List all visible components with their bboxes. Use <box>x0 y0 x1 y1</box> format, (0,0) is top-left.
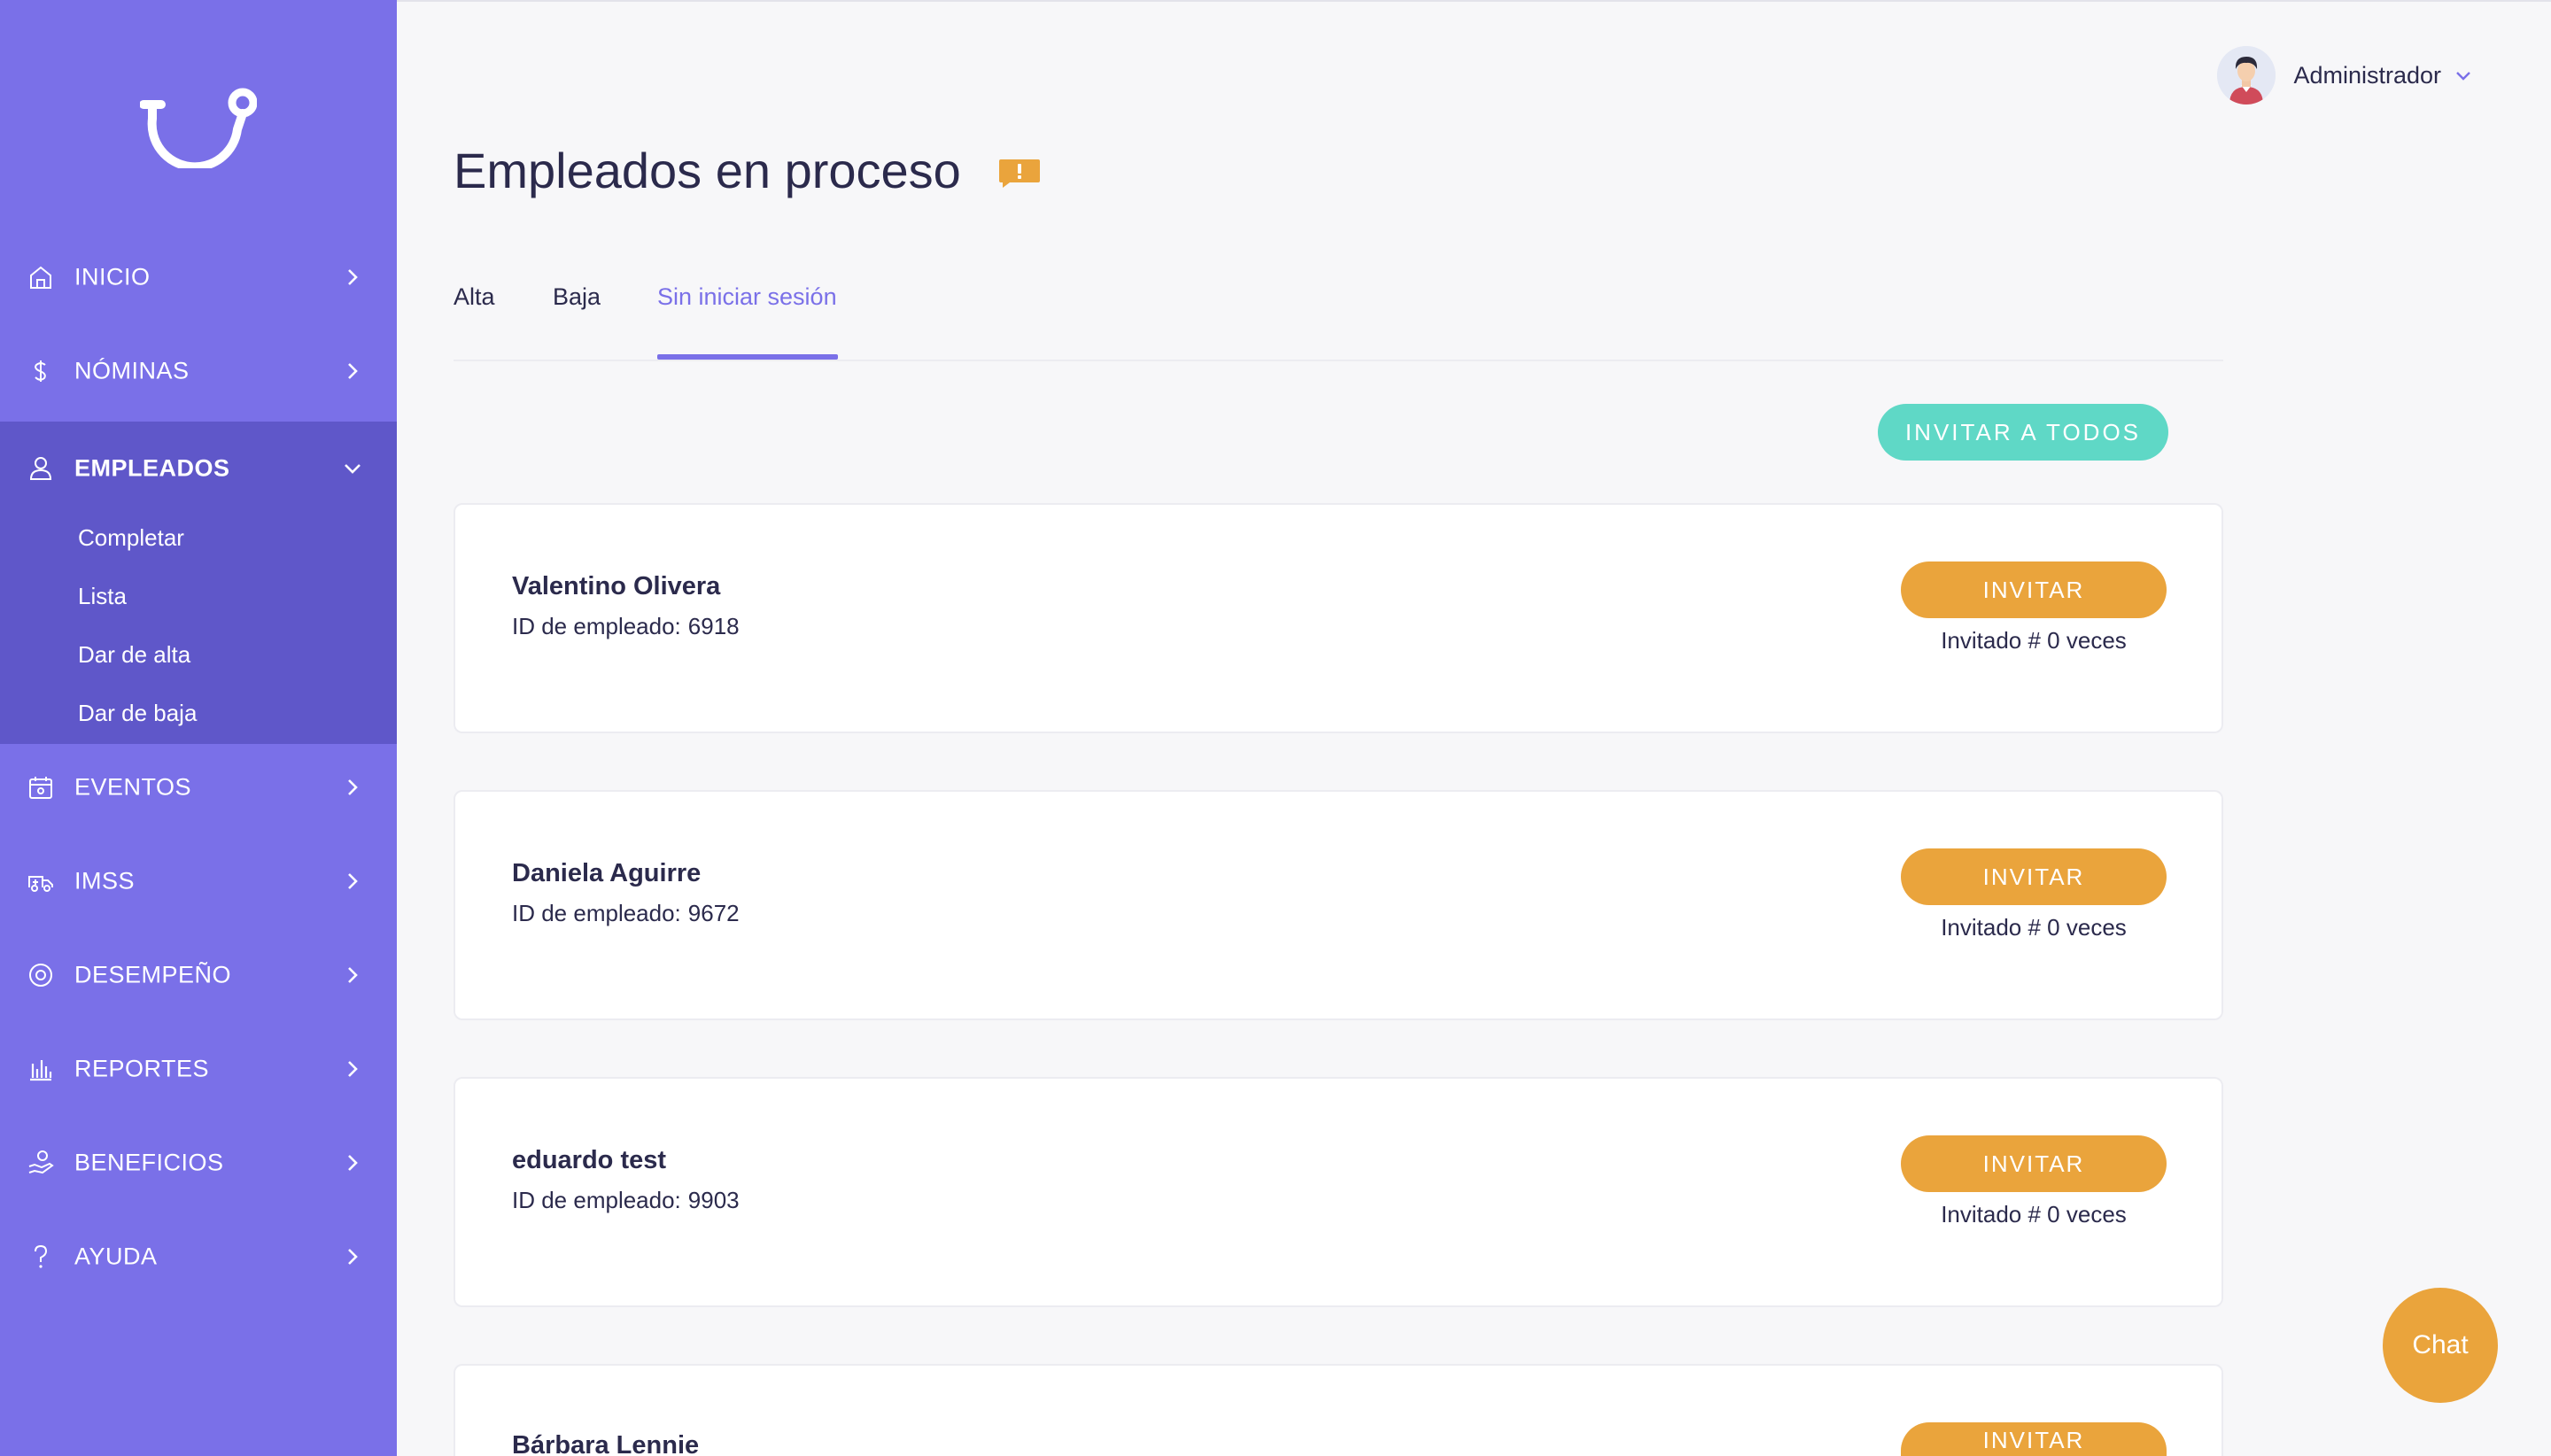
sidebar-item-imss[interactable]: IMSS <box>0 834 397 928</box>
chevron-right-icon <box>348 269 358 285</box>
target-icon <box>29 964 52 987</box>
user-name: Administrador <box>2293 61 2441 89</box>
employee-id: ID de empleado: 9903 <box>512 1187 740 1214</box>
employee-name: Daniela Aguirre <box>512 859 702 887</box>
dollar-icon <box>35 360 46 382</box>
page-title: Empleados en proceso <box>454 143 961 198</box>
submenu-item-dar-de-alta[interactable]: Dar de alta <box>78 641 190 669</box>
chevron-right-icon <box>348 967 358 983</box>
chat-button[interactable]: Chat <box>2383 1288 2498 1403</box>
chevron-right-icon <box>348 1155 358 1171</box>
chevron-right-icon <box>348 363 358 379</box>
invite-button[interactable]: INVITAR <box>1901 848 2167 905</box>
chevron-right-icon <box>348 779 358 795</box>
hand-coin-icon <box>28 1150 54 1174</box>
sidebar-item-label: NÓMINAS <box>74 357 190 384</box>
sidebar-item-desempeno[interactable]: DESEMPEÑO <box>0 928 397 1022</box>
user-icon <box>29 457 52 480</box>
submenu-item-dar-de-baja[interactable]: Dar de baja <box>78 700 197 727</box>
sidebar-item-label: BENEFICIOS <box>74 1149 224 1176</box>
app-logo[interactable] <box>140 83 257 168</box>
employee-name: eduardo test <box>512 1146 667 1174</box>
employee-card: eduardo test ID de empleado: 9903 INVITAR… <box>454 1077 2223 1307</box>
sidebar-item-label: IMSS <box>74 867 136 895</box>
home-icon <box>30 266 51 289</box>
sidebar-item-empleados[interactable]: EMPLEADOS <box>0 422 397 515</box>
sidebar-item-eventos[interactable]: EVENTOS <box>0 740 397 834</box>
tabs: Alta Baja Sin iniciar sesión <box>454 266 2223 361</box>
employee-id: ID de empleado: 6918 <box>512 613 740 640</box>
employee-id-value: 6918 <box>687 613 740 639</box>
submenu-item-lista[interactable]: Lista <box>78 583 127 610</box>
sidebar-item-label: REPORTES <box>74 1055 210 1082</box>
chevron-down-icon <box>345 464 361 474</box>
chevron-down-icon <box>2456 72 2470 81</box>
employee-id-label: ID de empleado: <box>512 900 681 926</box>
sidebar-item-label: EMPLEADOS <box>74 454 230 482</box>
chevron-right-icon <box>348 873 358 889</box>
sidebar-item-ayuda[interactable]: AYUDA <box>0 1210 397 1304</box>
active-tab-indicator <box>657 354 838 360</box>
sidebar-item-reportes[interactable]: REPORTES <box>0 1022 397 1116</box>
avatar-image <box>2217 46 2276 105</box>
invite-button[interactable]: INVITAR <box>1901 1135 2167 1192</box>
employee-card: Bárbara Lennie INVITAR <box>454 1364 2223 1456</box>
employee-name: Valentino Olivera <box>512 572 721 600</box>
sidebar-item-label: INICIO <box>74 263 151 290</box>
employee-card: Daniela Aguirre ID de empleado: 9672 INVI… <box>454 790 2223 1020</box>
chevron-right-icon <box>348 1249 358 1265</box>
bar-chart-icon <box>30 1060 52 1081</box>
invite-count: Invitado # 0 veces <box>1941 627 2127 654</box>
employee-id-label: ID de empleado: <box>512 613 681 639</box>
chevron-right-icon <box>348 1061 358 1077</box>
sidebar-item-beneficios[interactable]: BENEFICIOS <box>0 1116 397 1210</box>
sidebar-group-empleados: EMPLEADOS Completar Lista Dar de alta Da… <box>0 422 397 744</box>
employee-id-value: 9672 <box>687 900 740 926</box>
tab-sin-iniciar-sesion[interactable]: Sin iniciar sesión <box>657 283 837 311</box>
invite-count: Invitado # 0 veces <box>1941 1201 2127 1228</box>
invite-all-button[interactable]: INVITAR A TODOS <box>1878 404 2168 461</box>
sidebar-item-label: DESEMPEÑO <box>74 961 232 988</box>
employee-id-value: 9903 <box>687 1187 740 1213</box>
avatar <box>2217 46 2276 105</box>
employee-card: Valentino Olivera ID de empleado: 6918 IN… <box>454 503 2223 733</box>
sidebar-item-inicio[interactable]: INICIO <box>0 230 397 324</box>
invite-button[interactable]: INVITAR <box>1901 1422 2167 1456</box>
sidebar-item-label: AYUDA <box>74 1243 158 1270</box>
employee-id: ID de empleado: 9672 <box>512 900 740 927</box>
employee-id-label: ID de empleado: <box>512 1187 681 1213</box>
question-icon <box>35 1244 48 1268</box>
sidebar-item-label: EVENTOS <box>74 773 192 801</box>
tab-alta[interactable]: Alta <box>454 283 495 311</box>
submenu-item-completar[interactable]: Completar <box>78 524 184 552</box>
calendar-icon <box>29 777 52 799</box>
employee-name: Bárbara Lennie <box>512 1431 700 1456</box>
user-menu[interactable]: Administrador <box>2217 46 2473 105</box>
invite-count: Invitado # 0 veces <box>1941 914 2127 941</box>
alert-badge-icon[interactable] <box>997 158 1042 190</box>
sidebar-item-nominas[interactable]: NÓMINAS <box>0 324 397 418</box>
sidebar: INICIO NÓMINAS EMPLEADOS Completar Lista… <box>0 0 397 1456</box>
tab-baja[interactable]: Baja <box>553 283 601 311</box>
ambulance-icon <box>28 876 53 892</box>
invite-button[interactable]: INVITAR <box>1901 561 2167 618</box>
